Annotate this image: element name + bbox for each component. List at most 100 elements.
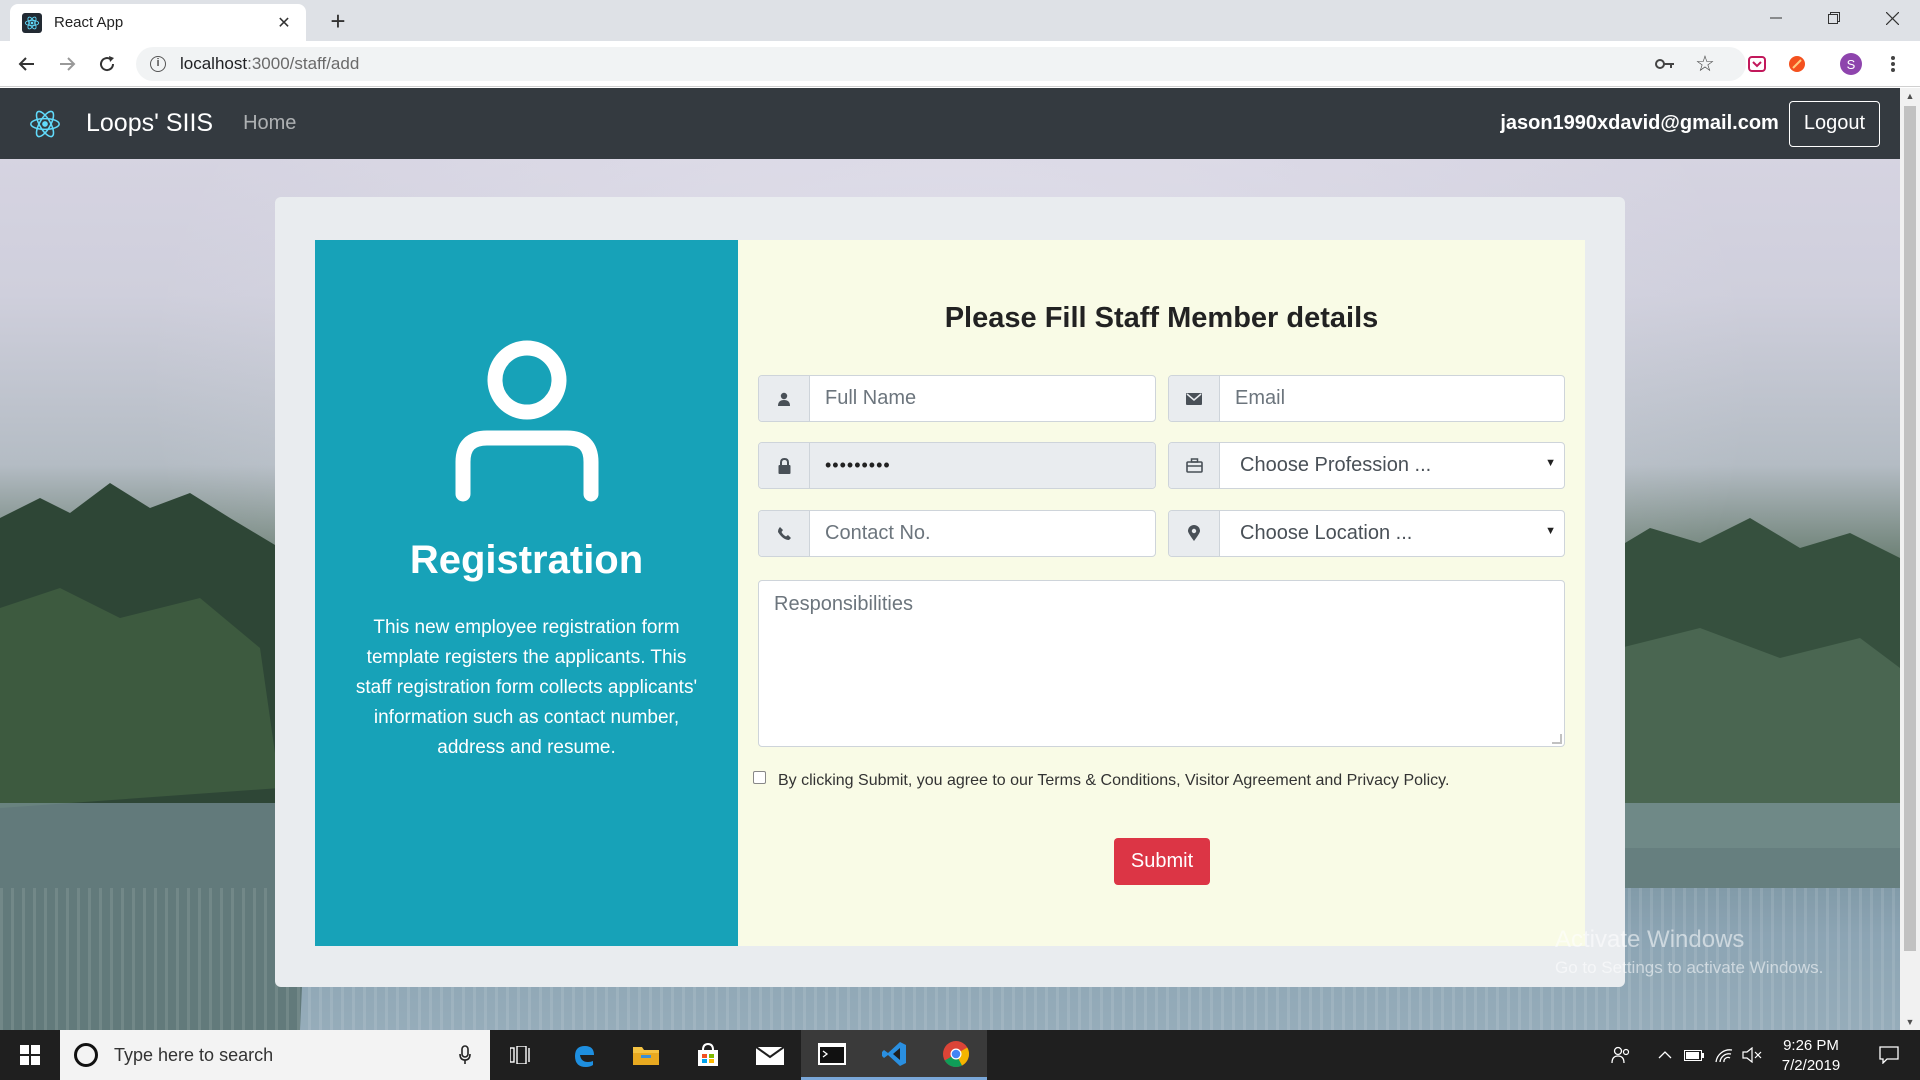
forward-button[interactable] [50, 47, 84, 81]
cortana-icon [74, 1043, 98, 1067]
registration-card: Registration This new employee registrat… [275, 197, 1625, 987]
battery-icon[interactable] [1680, 1030, 1708, 1080]
page-scrollbar[interactable]: ▲ ▼ [1900, 88, 1920, 1030]
registration-info-panel: Registration This new employee registrat… [315, 240, 738, 946]
location-selected-value: Choose Location ... [1240, 522, 1413, 544]
user-email: jason1990xdavid@gmail.com [1500, 112, 1779, 134]
reload-button[interactable] [90, 47, 124, 81]
clock-time: 9:26 PM [1783, 1037, 1839, 1054]
scroll-thumb[interactable] [1904, 106, 1916, 951]
url-text: localhost:3000/staff/add [180, 54, 360, 73]
extension-orange-icon[interactable] [1784, 51, 1810, 77]
email-group: Email [1168, 375, 1565, 422]
full-name-group: Full Name [758, 375, 1156, 422]
browser-tab[interactable]: React App ✕ [10, 4, 306, 41]
password-input[interactable]: ••••••••• [810, 443, 1155, 488]
activate-windows-watermark: Activate Windows Go to Settings to activ… [1555, 926, 1823, 978]
scroll-down-icon[interactable]: ▼ [1900, 1014, 1920, 1030]
nav-link-home[interactable]: Home [243, 112, 296, 135]
envelope-icon [1169, 376, 1220, 421]
reload-icon [100, 56, 115, 72]
profession-selected-value: Choose Profession ... [1240, 454, 1432, 476]
menu-kebab-icon[interactable] [1880, 51, 1906, 77]
taskbar-search-placeholder: Type here to search [114, 1044, 274, 1065]
logout-button[interactable]: Logout [1788, 100, 1880, 147]
file-explorer-icon[interactable] [615, 1030, 677, 1080]
resize-handle-icon[interactable] [1552, 734, 1562, 744]
edge-browser-icon[interactable] [553, 1030, 615, 1080]
staff-form: Please Fill Staff Member details Full Na… [738, 240, 1585, 946]
wifi-icon[interactable] [1710, 1030, 1738, 1080]
clock-date: 7/2/2019 [1781, 1057, 1841, 1074]
chevron-up-icon[interactable] [1652, 1030, 1678, 1080]
registration-title: Registration [409, 538, 644, 582]
react-logo-icon[interactable] [28, 107, 62, 141]
dropdown-caret-icon: ▼ [1545, 457, 1556, 469]
taskbar-search[interactable]: Type here to search [60, 1030, 490, 1080]
phone-icon [759, 511, 810, 556]
mail-icon[interactable] [739, 1030, 801, 1080]
close-window-button[interactable] [1864, 0, 1920, 36]
user-icon [455, 340, 599, 502]
store-icon[interactable] [677, 1030, 739, 1080]
new-tab-button[interactable]: + [322, 6, 354, 38]
windows-taskbar: Type here to search 9:26 PM 7/2/2019 [0, 1030, 1920, 1080]
back-button[interactable] [10, 47, 44, 81]
responsibilities-textarea[interactable]: Responsibilities [758, 580, 1565, 747]
restore-icon [1828, 12, 1840, 24]
minimize-button[interactable] [1748, 0, 1804, 36]
brand-name[interactable]: Loops' SIIS [86, 109, 213, 138]
system-clock[interactable]: 9:26 PM 7/2/2019 [1756, 1036, 1866, 1076]
location-group: Choose Location ... ▼ [1168, 510, 1565, 557]
registration-description: This new employee registration form temp… [355, 617, 698, 758]
vscode-icon[interactable] [863, 1030, 925, 1080]
key-icon[interactable] [1652, 51, 1678, 77]
page-viewport: Loops' SIIS Home jason1990xdavid@gmail.c… [0, 88, 1900, 1030]
arrow-left-icon [18, 57, 34, 71]
svg-text:S: S [1847, 57, 1856, 72]
chrome-icon[interactable] [925, 1030, 987, 1080]
activate-subtitle: Go to Settings to activate Windows. [1555, 958, 1824, 977]
task-view-icon[interactable] [490, 1030, 552, 1080]
app-navbar: Loops' SIIS Home jason1990xdavid@gmail.c… [0, 88, 1900, 159]
responsibilities-placeholder: Responsibilities [774, 593, 913, 615]
address-bar[interactable]: i localhost:3000/staff/add [136, 47, 1746, 81]
password-group: ••••••••• [758, 442, 1156, 489]
navbar-right: jason1990xdavid@gmail.com Logout [1500, 100, 1880, 147]
contact-number-input[interactable]: Contact No. [810, 511, 1155, 556]
profession-select[interactable]: Choose Profession ... ▼ [1220, 443, 1564, 488]
site-info-icon[interactable]: i [150, 56, 166, 72]
browser-tabstrip: React App ✕ + [0, 0, 1920, 41]
tab-title: React App [54, 14, 124, 31]
map-marker-icon [1169, 511, 1220, 556]
terminal-icon[interactable] [801, 1030, 863, 1080]
arrow-right-icon [60, 57, 76, 71]
terms-text: By clicking Submit, you agree to our Ter… [778, 772, 1450, 789]
close-icon [1885, 11, 1899, 25]
restore-button[interactable] [1806, 0, 1862, 36]
full-name-input[interactable]: Full Name [810, 376, 1155, 421]
profession-group: Choose Profession ... ▼ [1168, 442, 1565, 489]
bookmark-star-icon[interactable]: ☆ [1692, 51, 1718, 77]
action-center-icon[interactable] [1864, 1030, 1914, 1080]
activate-title: Activate Windows [1555, 926, 1745, 953]
people-icon[interactable] [1604, 1030, 1638, 1080]
submit-button[interactable]: Submit [1114, 838, 1210, 885]
pocket-extension-icon[interactable] [1744, 51, 1770, 77]
terms-agreement: By clicking Submit, you agree to our Ter… [753, 770, 1450, 790]
terms-checkbox[interactable] [753, 770, 766, 784]
scroll-up-icon[interactable]: ▲ [1900, 88, 1920, 104]
start-button[interactable] [0, 1030, 60, 1080]
tab-close-icon[interactable]: ✕ [274, 13, 294, 33]
contact-group: Contact No. [758, 510, 1156, 557]
microphone-icon[interactable] [450, 1045, 480, 1065]
lock-icon [759, 443, 810, 488]
dropdown-caret-icon: ▼ [1545, 525, 1556, 537]
react-favicon-icon [22, 12, 42, 33]
location-select[interactable]: Choose Location ... ▼ [1220, 511, 1564, 556]
form-title: Please Fill Staff Member details [944, 302, 1379, 334]
user-small-icon [759, 376, 810, 421]
profile-avatar[interactable]: S [1838, 51, 1864, 77]
email-input[interactable]: Email [1220, 376, 1564, 421]
minimize-icon [1770, 17, 1782, 19]
